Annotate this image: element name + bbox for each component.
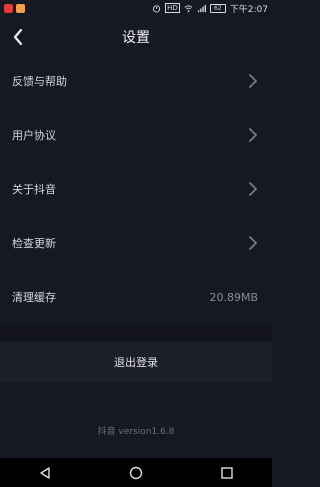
battery-level: 62 [213, 4, 222, 12]
settings-item-clear-cache[interactable]: 清理缓存 20.89MB [0, 270, 272, 324]
chevron-right-icon [249, 74, 257, 88]
logout-button[interactable]: 退出登录 [0, 341, 272, 382]
chevron-right-icon [249, 236, 257, 250]
system-nav-bar [0, 458, 272, 487]
settings-item-check-update[interactable]: 检查更新 [0, 216, 272, 270]
status-time: 下午2:07 [229, 4, 268, 15]
network-hd-label: HD [165, 3, 180, 13]
status-bar: HD 62 下午2:07 [0, 0, 272, 16]
settings-item-label: 清理缓存 [12, 291, 56, 304]
wifi-icon [184, 4, 193, 12]
settings-item-user-agreement[interactable]: 用户协议 [0, 108, 272, 162]
chevron-right-icon [249, 182, 257, 196]
cache-size-value: 20.89MB [209, 290, 258, 304]
status-notifications [4, 3, 25, 13]
chevron-left-icon [13, 29, 23, 45]
section-divider [0, 325, 272, 341]
nav-back-button[interactable] [37, 465, 53, 481]
status-indicators: HD 62 下午2:07 [152, 2, 268, 15]
settings-item-label: 关于抖音 [12, 183, 56, 196]
notification-app-icon [4, 3, 13, 13]
chevron-right-icon [249, 128, 257, 142]
nav-home-button[interactable] [128, 465, 144, 481]
battery-icon: 62 [209, 3, 226, 13]
notification-app-icon [16, 3, 25, 13]
settings-item-label: 反馈与帮助 [12, 75, 67, 88]
settings-item-feedback[interactable]: 反馈与帮助 [0, 54, 272, 108]
logout-label: 退出登录 [114, 355, 158, 369]
header: 设置 [0, 16, 272, 58]
home-circle-icon [129, 466, 143, 479]
settings-item-about[interactable]: 关于抖音 [0, 162, 272, 216]
nav-recents-button[interactable] [219, 465, 235, 481]
settings-item-label: 检查更新 [12, 237, 56, 250]
signal-icon [197, 4, 206, 12]
page-title: 设置 [122, 30, 150, 46]
settings-list: 反馈与帮助 用户协议 关于抖音 检查更新 清理缓存 20.89MB [0, 54, 272, 324]
version-text: 抖音 version1.6.8 [97, 427, 175, 437]
back-button[interactable] [8, 26, 28, 48]
recents-square-icon [220, 466, 233, 479]
back-triangle-icon [40, 466, 51, 479]
alarm-icon [153, 4, 161, 13]
settings-item-label: 用户协议 [12, 129, 56, 142]
